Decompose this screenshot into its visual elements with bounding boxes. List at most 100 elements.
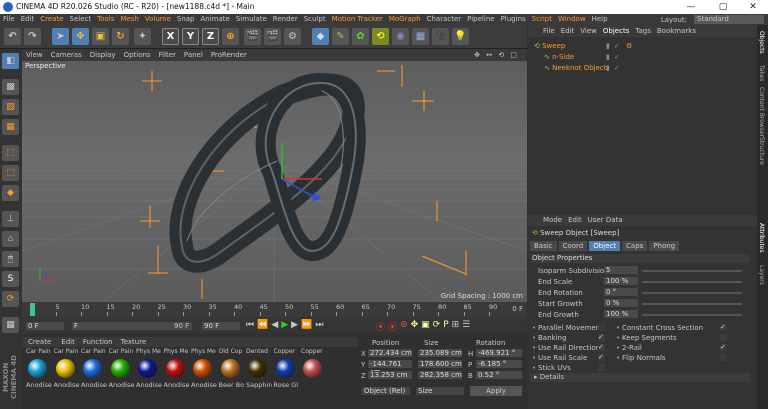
- attr-field-value[interactable]: 100 %: [604, 277, 638, 285]
- deformer-icon[interactable]: ◉: [392, 28, 409, 45]
- mat-menu-edit[interactable]: Edit: [57, 338, 79, 346]
- light-icon[interactable]: 💡: [452, 28, 469, 45]
- solo-icon[interactable]: S: [2, 271, 19, 287]
- object-row[interactable]: ∿ n-Side ▮ ✓: [528, 52, 757, 63]
- floor-icon[interactable]: ▦: [412, 28, 429, 45]
- menu-mograph[interactable]: MoGraph: [386, 14, 424, 25]
- redo-icon[interactable]: ↷: [24, 28, 41, 45]
- position-field[interactable]: 272.434 cm: [368, 349, 412, 357]
- rotation-key-icon[interactable]: ⟳: [433, 320, 441, 333]
- material-swatch[interactable]: [28, 359, 47, 378]
- attr-slider[interactable]: [642, 314, 742, 316]
- view-menu-options[interactable]: Options: [120, 49, 155, 61]
- menu-select[interactable]: Select: [67, 14, 95, 25]
- attr-checkbox[interactable]: [720, 334, 727, 341]
- view-menu-filter[interactable]: Filter: [155, 49, 180, 61]
- attr-field-value[interactable]: 100 %: [604, 310, 638, 318]
- attr-tab-coord[interactable]: Coord: [558, 241, 588, 251]
- tag-icon[interactable]: ⚙: [626, 41, 632, 52]
- workplane-icon[interactable]: ▦: [2, 119, 19, 135]
- attr-tab-object[interactable]: Object: [589, 241, 621, 251]
- attr-checkbox[interactable]: [598, 324, 605, 331]
- maximize-button[interactable]: ▢: [708, 0, 738, 14]
- coordinate-system-icon[interactable]: ⊕: [222, 28, 239, 45]
- material-swatch[interactable]: [275, 359, 295, 378]
- menu-edit[interactable]: Edit: [18, 14, 38, 25]
- position-field[interactable]: -144.761 cm: [368, 360, 412, 376]
- rotation-field[interactable]: 0.52 °: [476, 371, 522, 379]
- menu-character[interactable]: Character: [424, 14, 465, 25]
- side-tab-content-browser[interactable]: Content Browser: [758, 87, 765, 137]
- menu-render[interactable]: Render: [270, 14, 301, 25]
- attr-menu-user-data[interactable]: User Data: [585, 216, 626, 224]
- layout-select[interactable]: Standard: [694, 15, 764, 24]
- menu-create[interactable]: Create: [37, 14, 66, 25]
- enable-check-icon[interactable]: ✓: [614, 63, 620, 74]
- attr-field-value[interactable]: 0 °: [604, 288, 638, 296]
- visibility-toggle-icon[interactable]: ▮: [606, 52, 610, 63]
- attr-checkbox[interactable]: ✓: [720, 324, 727, 331]
- edges-mode-icon[interactable]: ⬚: [2, 165, 19, 181]
- next-frame-icon[interactable]: ▶: [291, 320, 298, 330]
- menu-script[interactable]: Script: [529, 14, 555, 25]
- play-icon[interactable]: ▶: [281, 320, 288, 330]
- obj-menu-tags[interactable]: Tags: [632, 27, 654, 35]
- size-field[interactable]: 282.358 cm: [418, 371, 462, 379]
- attr-menu-mode[interactable]: Mode: [540, 216, 565, 224]
- size-field[interactable]: 235.089 cm: [418, 349, 462, 357]
- obj-menu-file[interactable]: File: [540, 27, 558, 35]
- attr-slider[interactable]: [642, 303, 742, 305]
- position-field[interactable]: 13.253 cm: [368, 371, 412, 379]
- camera-icon[interactable]: 🎥: [432, 28, 449, 45]
- grid-icon[interactable]: ▦: [2, 317, 19, 333]
- next-key-icon[interactable]: ⏩: [301, 320, 312, 330]
- view-menu-view[interactable]: View: [22, 49, 47, 61]
- side-tab-structure[interactable]: Structure: [758, 137, 765, 165]
- coord-mode-select[interactable]: Object (Rel): [362, 387, 410, 395]
- attr-checkbox[interactable]: ✓: [598, 354, 605, 361]
- obj-menu-view[interactable]: View: [577, 27, 600, 35]
- view-menu-panel[interactable]: Panel: [180, 49, 207, 61]
- texture-mode-icon[interactable]: ▧: [2, 99, 19, 115]
- render-view-icon[interactable]: 🎬: [244, 28, 261, 45]
- pen-spline-icon[interactable]: ✎: [332, 28, 349, 45]
- material-swatch[interactable]: [83, 359, 102, 378]
- cube-primitive-icon[interactable]: ◆: [312, 28, 329, 45]
- menu-window[interactable]: Window: [555, 14, 589, 25]
- pla-key-icon[interactable]: ⊞: [452, 320, 460, 333]
- mat-menu-texture[interactable]: Texture: [117, 338, 151, 346]
- obj-menu-edit[interactable]: Edit: [558, 27, 578, 35]
- material-swatch[interactable]: [55, 359, 75, 378]
- side-tab-layers[interactable]: Layers: [758, 265, 765, 285]
- go-to-end-icon[interactable]: ⏭: [315, 320, 323, 330]
- attr-tab-phong[interactable]: Phong: [649, 241, 680, 251]
- move-icon[interactable]: ✥: [72, 28, 89, 45]
- material-swatch[interactable]: [193, 359, 212, 378]
- view-menu-cameras[interactable]: Cameras: [47, 49, 86, 61]
- axis-mode-icon[interactable]: ⊥: [2, 211, 19, 227]
- menu-simulate[interactable]: Simulate: [233, 14, 270, 25]
- material-swatch[interactable]: [220, 359, 240, 378]
- visibility-toggle-icon[interactable]: ▮: [606, 41, 610, 52]
- model-mode-icon[interactable]: ▩: [2, 79, 19, 95]
- menu-help[interactable]: Help: [589, 14, 611, 25]
- size-mode-select[interactable]: Size: [416, 387, 464, 395]
- menu-plugins[interactable]: Plugins: [498, 14, 529, 25]
- viewport-nav-icons[interactable]: ✥ ↔ ⟲ ▢: [470, 49, 523, 61]
- keyframe-selection-icon[interactable]: ⊚: [400, 320, 408, 333]
- scale-icon[interactable]: ▣: [92, 28, 109, 45]
- rotation-field[interactable]: -469.921 °: [476, 349, 522, 357]
- subdivision-surface-icon[interactable]: ✿: [352, 28, 369, 45]
- timeline-menu-icon[interactable]: ☰: [462, 320, 470, 333]
- material-swatch[interactable]: [248, 359, 267, 378]
- mat-menu-function[interactable]: Function: [79, 338, 117, 346]
- recent-tools-icon[interactable]: ✦: [134, 28, 151, 45]
- minimize-button[interactable]: —: [676, 0, 706, 14]
- attr-checkbox[interactable]: ✓: [598, 344, 605, 351]
- menu-sculpt[interactable]: Sculpt: [301, 14, 329, 25]
- points-mode-icon[interactable]: ⬚: [2, 145, 19, 161]
- x-axis-toggle[interactable]: X: [162, 28, 179, 45]
- material-swatch[interactable]: [110, 359, 130, 378]
- end-frame-field[interactable]: 90 F: [202, 322, 240, 330]
- material-swatch[interactable]: [303, 359, 322, 378]
